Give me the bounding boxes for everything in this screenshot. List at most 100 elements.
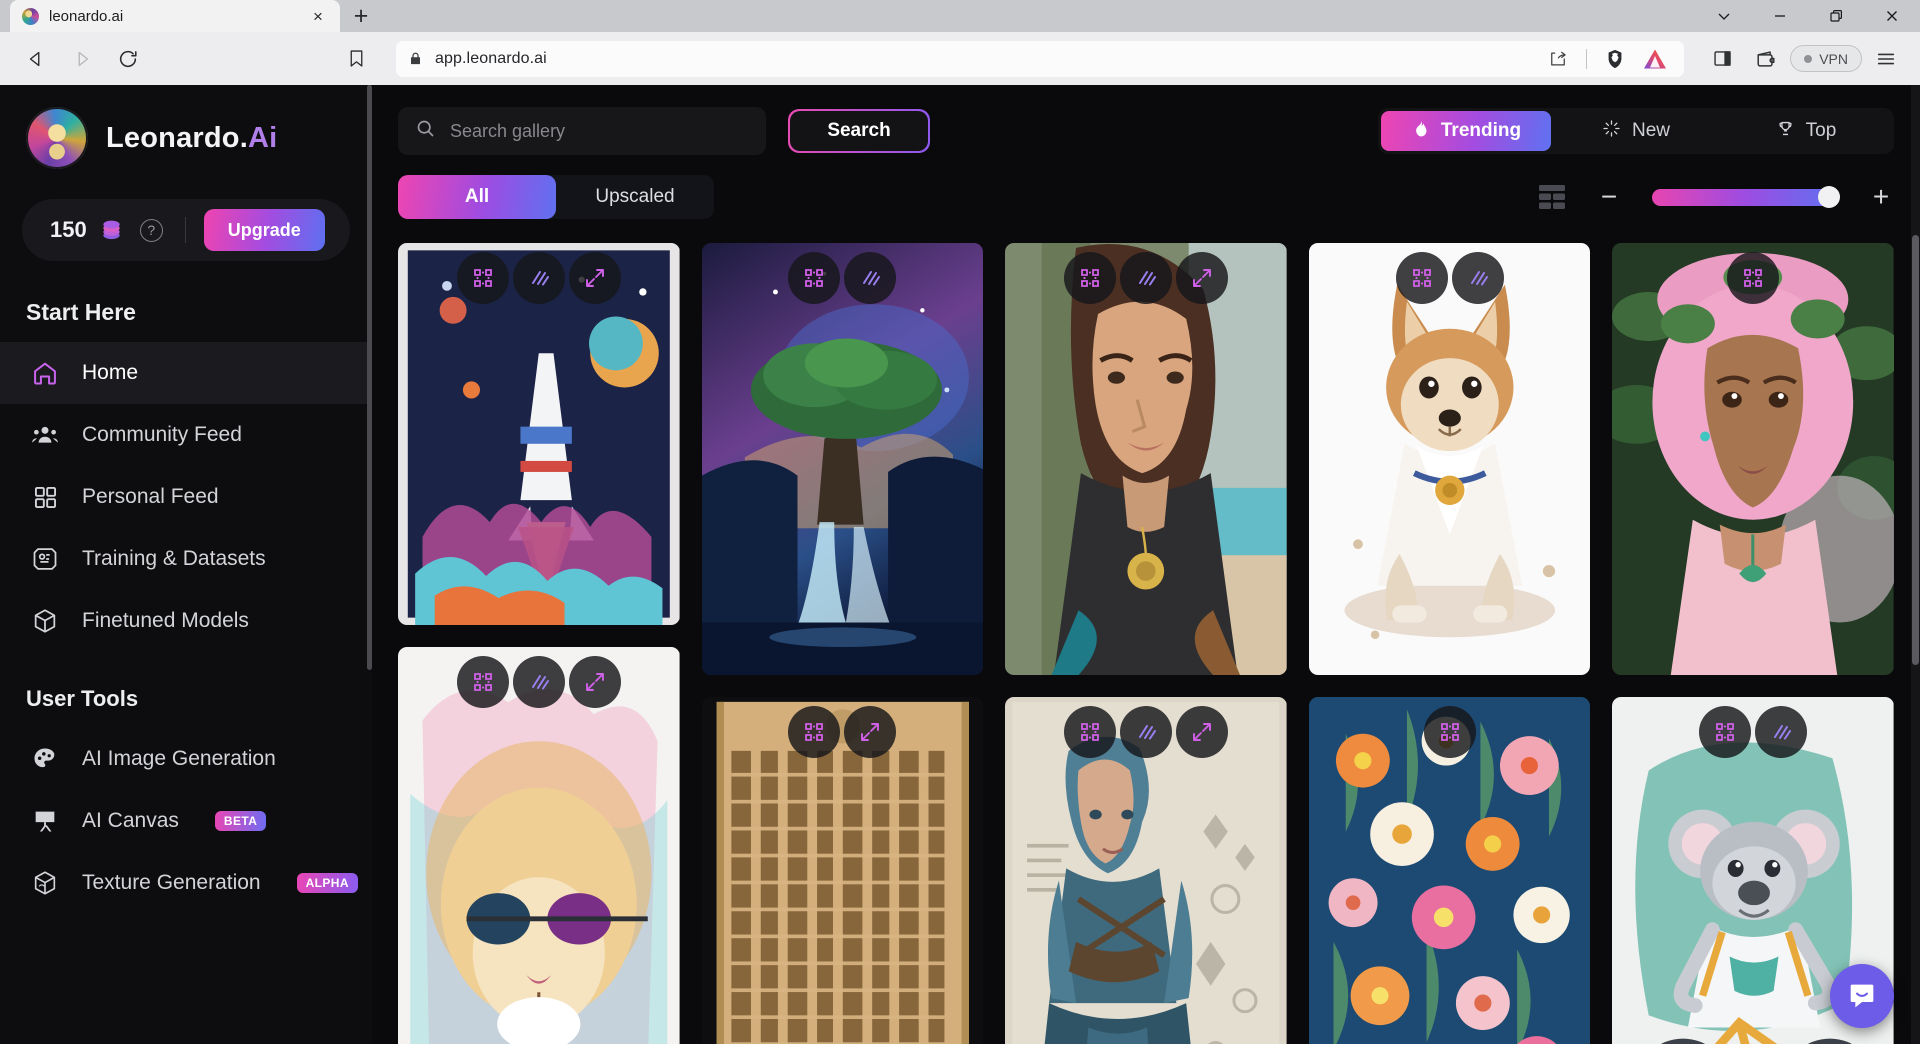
motion-icon[interactable] xyxy=(1451,252,1504,304)
motion-icon[interactable] xyxy=(1755,706,1808,759)
sidebar-panel-icon[interactable] xyxy=(1702,39,1742,79)
toolbar-divider xyxy=(1586,48,1588,69)
gallery-card[interactable] xyxy=(398,243,680,625)
gallery-grid xyxy=(372,219,1920,1044)
toolbar-right-icons: VPN xyxy=(1686,39,1906,79)
gallery-card[interactable] xyxy=(1612,243,1894,676)
gallery-card[interactable] xyxy=(1005,697,1287,1044)
reload-icon[interactable] xyxy=(106,37,150,81)
card-action-overlay xyxy=(1612,252,1894,304)
sidebar-item-finetuned-models[interactable]: Finetuned Models xyxy=(0,590,372,652)
remix-icon[interactable] xyxy=(788,706,841,759)
remix-icon[interactable] xyxy=(1727,252,1780,304)
toolbar-row-filters: All Upscaled − + xyxy=(398,175,1894,219)
vpn-button[interactable]: VPN xyxy=(1790,45,1862,72)
brand-logo-row[interactable]: Leonardo.Ai xyxy=(0,107,372,169)
motion-icon[interactable] xyxy=(1119,706,1172,759)
brave-wallet-icon[interactable] xyxy=(1746,39,1786,79)
question-mark-icon[interactable]: ? xyxy=(139,218,163,242)
chevron-down-icon[interactable] xyxy=(1696,0,1752,32)
search-input[interactable]: Search gallery xyxy=(398,107,766,155)
gallery-card[interactable] xyxy=(701,697,984,1044)
texture-cube-icon xyxy=(30,868,60,898)
filter-tab-all[interactable]: All xyxy=(398,175,556,219)
hamburger-menu-icon[interactable] xyxy=(1866,39,1906,79)
intercom-chat-button[interactable] xyxy=(1830,964,1894,1028)
remix-icon[interactable] xyxy=(1063,252,1116,304)
window-close-icon[interactable] xyxy=(1864,0,1920,32)
sidebar-item-ai-image-generation[interactable]: AI Image Generation xyxy=(0,728,372,790)
remix-icon[interactable] xyxy=(456,252,509,304)
restore-icon[interactable] xyxy=(1808,0,1864,32)
close-icon[interactable]: × xyxy=(308,6,328,26)
motion-icon[interactable] xyxy=(1119,252,1172,304)
remix-icon[interactable] xyxy=(788,252,841,304)
sidebar-item-label: Texture Generation xyxy=(82,871,261,894)
tab-top[interactable]: Top xyxy=(1721,111,1891,151)
badge-beta: BETA xyxy=(214,811,267,831)
window-controls xyxy=(1696,0,1920,32)
forward-arrow-icon xyxy=(60,37,104,81)
vpn-status-dot xyxy=(1804,54,1813,63)
zoom-slider[interactable] xyxy=(1652,186,1840,208)
sidebar-item-label: Community Feed xyxy=(82,423,242,446)
zoom-out-button[interactable]: − xyxy=(1596,183,1622,211)
motion-icon[interactable] xyxy=(512,252,565,304)
card-action-overlay xyxy=(1005,252,1287,304)
tab-trending[interactable]: Trending xyxy=(1381,111,1551,151)
expand-icon[interactable] xyxy=(568,655,621,708)
expand-icon[interactable] xyxy=(568,252,621,304)
minimize-icon[interactable] xyxy=(1752,0,1808,32)
bookmark-icon[interactable] xyxy=(334,37,378,81)
brave-shield-icon[interactable] xyxy=(1598,42,1632,76)
search-button[interactable]: Search xyxy=(788,109,930,153)
credits-card: 150 ? Upgrade xyxy=(22,199,350,261)
sidebar-item-label: AI Image Generation xyxy=(82,747,276,770)
sidebar-item-training-datasets[interactable]: Training & Datasets xyxy=(0,528,372,590)
zoom-in-button[interactable]: + xyxy=(1868,183,1894,211)
browser-tab[interactable]: leonardo.ai × xyxy=(10,0,340,32)
tab-label: Top xyxy=(1805,120,1837,141)
palette-icon xyxy=(30,744,60,774)
card-image-dog xyxy=(1308,243,1591,676)
back-arrow-icon[interactable] xyxy=(14,37,58,81)
expand-icon[interactable] xyxy=(1175,252,1228,304)
gallery-card[interactable] xyxy=(701,243,984,676)
motion-icon[interactable] xyxy=(512,655,565,708)
remix-icon[interactable] xyxy=(1423,706,1476,759)
zoom-slider-knob[interactable] xyxy=(1818,186,1840,208)
gallery-card[interactable] xyxy=(1005,243,1287,676)
motion-icon[interactable] xyxy=(844,252,897,304)
sidebar-item-home[interactable]: Home xyxy=(0,342,372,404)
main-content: Search gallery Search Trending New Top A… xyxy=(372,85,1920,1044)
main-scrollbar-thumb[interactable] xyxy=(1912,235,1919,665)
brand-name: Leonardo.Ai xyxy=(106,121,278,154)
remix-icon[interactable] xyxy=(1395,252,1448,304)
card-action-overlay xyxy=(1005,706,1287,759)
sidebar-item-personal-feed[interactable]: Personal Feed xyxy=(0,466,372,528)
sidebar-item-community-feed[interactable]: Community Feed xyxy=(0,404,372,466)
grid-layout-icon[interactable] xyxy=(1538,184,1566,210)
share-icon[interactable] xyxy=(1541,42,1575,76)
card-action-overlay xyxy=(1309,252,1591,304)
filter-tab-upscaled[interactable]: Upscaled xyxy=(556,175,714,219)
remix-icon[interactable] xyxy=(1063,706,1116,759)
new-tab-button[interactable]: + xyxy=(340,0,382,32)
gallery-card[interactable] xyxy=(398,646,680,1044)
tab-new[interactable]: New xyxy=(1551,111,1721,151)
sidebar-item-texture-generation[interactable]: Texture Generation ALPHA xyxy=(0,852,372,914)
remix-icon[interactable] xyxy=(1699,706,1752,759)
gallery-card[interactable] xyxy=(1308,697,1591,1044)
upgrade-button[interactable]: Upgrade xyxy=(203,209,325,251)
sidebar-item-ai-canvas[interactable]: AI Canvas BETA xyxy=(0,790,372,852)
expand-icon[interactable] xyxy=(844,706,897,759)
remix-icon[interactable] xyxy=(456,655,509,708)
gallery-card[interactable] xyxy=(1308,243,1591,676)
main-scrollbar[interactable] xyxy=(1911,85,1920,1044)
card-action-overlay xyxy=(398,655,680,708)
card-image-fairy xyxy=(1612,243,1894,676)
brave-rewards-icon[interactable] xyxy=(1638,42,1672,76)
sidebar-item-label: Home xyxy=(82,361,139,384)
expand-icon[interactable] xyxy=(1175,706,1228,759)
url-bar[interactable]: app.leonardo.ai xyxy=(396,40,1685,77)
